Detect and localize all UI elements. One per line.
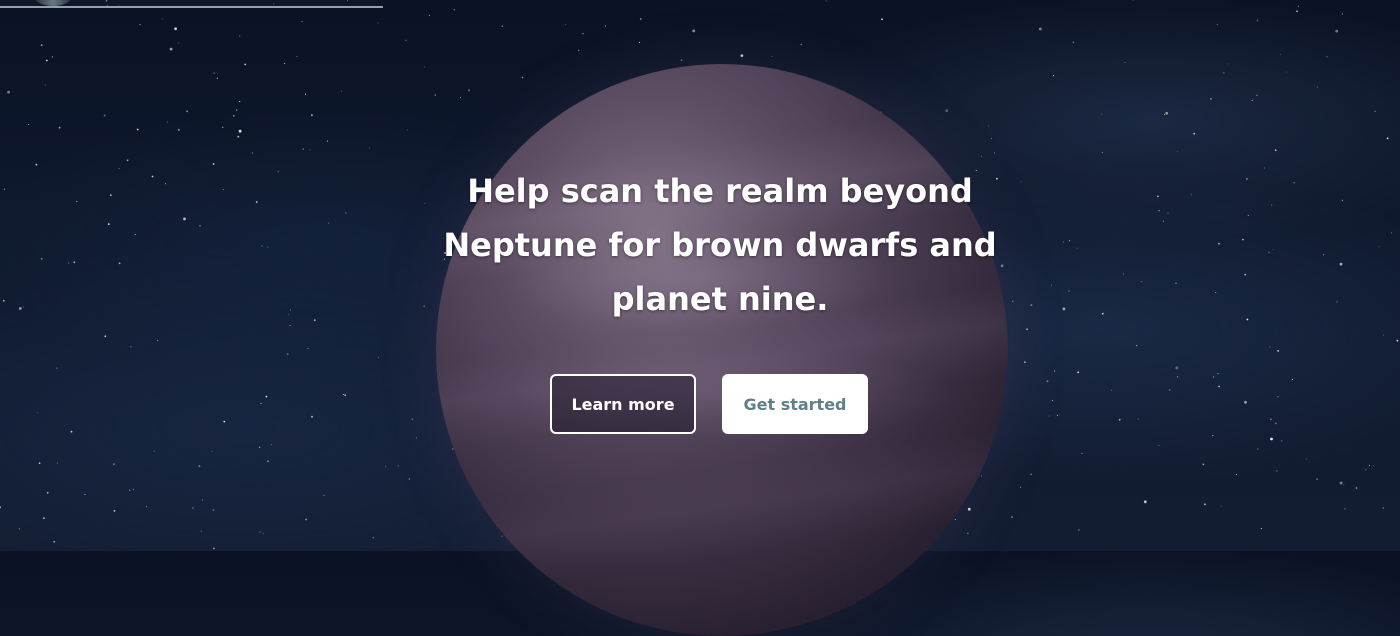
get-started-button[interactable]: Get started: [722, 374, 868, 434]
hero-section: Help scan the realm beyond Neptune for b…: [0, 0, 1400, 551]
headline-line-3: planet nine.: [611, 280, 829, 318]
learn-more-label: Learn more: [571, 394, 675, 414]
learn-more-button[interactable]: Learn more: [550, 374, 696, 434]
headline-line-2: Neptune for brown dwarfs and: [443, 226, 997, 264]
hero-headline: Help scan the realm beyond Neptune for b…: [400, 164, 1040, 326]
get-started-label: Get started: [743, 394, 847, 414]
headline-line-1: Help scan the realm beyond: [467, 172, 973, 210]
